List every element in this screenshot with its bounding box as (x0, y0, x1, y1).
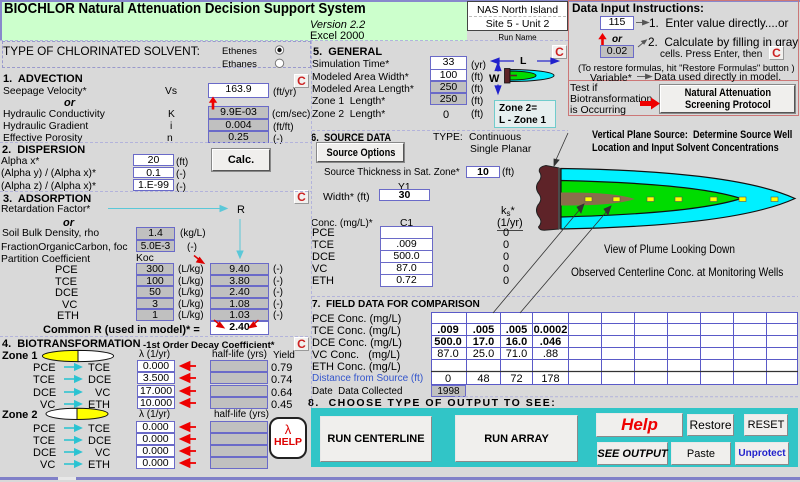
svg-text:.88: .88 (543, 348, 558, 360)
svg-text:.009: .009 (437, 324, 458, 336)
svg-text:178: 178 (541, 373, 559, 385)
svg-text:16.0: 16.0 (506, 336, 527, 348)
svg-text:500.0: 500.0 (434, 336, 462, 348)
svg-text:.046: .046 (540, 336, 561, 348)
svg-text:0.0002: 0.0002 (534, 324, 568, 336)
svg-text:.005: .005 (473, 324, 494, 336)
svg-text:48: 48 (477, 373, 489, 385)
svg-text:25.0: 25.0 (473, 348, 494, 360)
svg-text:0: 0 (445, 373, 451, 385)
svg-text:.005: .005 (506, 324, 527, 336)
svg-text:72: 72 (510, 373, 522, 385)
svg-text:17.0: 17.0 (473, 336, 494, 348)
svg-text:71.0: 71.0 (506, 348, 527, 360)
svg-text:87.0: 87.0 (437, 348, 458, 360)
